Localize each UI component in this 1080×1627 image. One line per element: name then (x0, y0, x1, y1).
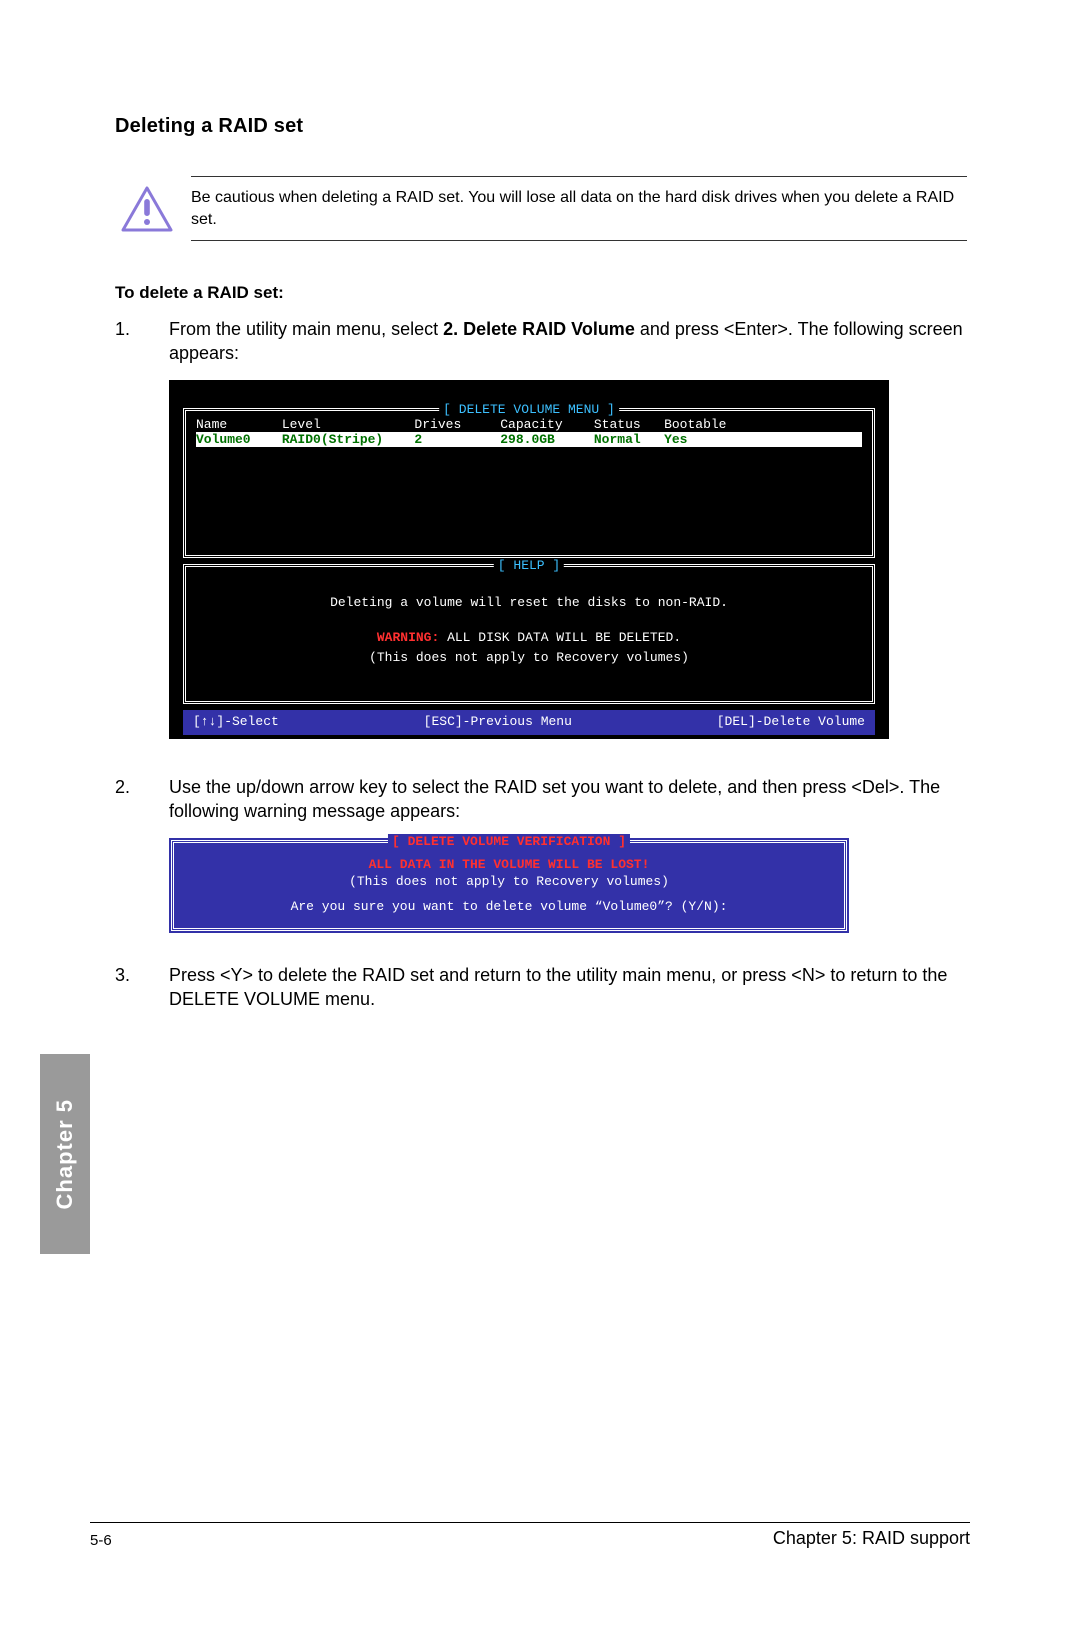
bios-footer-delete: [DEL]-Delete Volume (717, 714, 865, 729)
verify-white-text: (This does not apply to Recovery volumes… (186, 874, 832, 889)
subheading: To delete a RAID set: (115, 283, 967, 303)
verify-title: [ DELETE VOLUME VERIFICATION ] (388, 834, 630, 849)
footer-divider (90, 1522, 970, 1523)
bios-help-note: (This does not apply to Recovery volumes… (196, 648, 862, 669)
footer-chapter-title: Chapter 5: RAID support (773, 1528, 970, 1549)
step-number: 1. (115, 317, 169, 366)
verify-dialog: [ DELETE VOLUME VERIFICATION ] ALL DATA … (169, 838, 849, 933)
bios-footer-prev: [ESC]-Previous Menu (424, 714, 572, 729)
bios-volume-frame: [ DELETE VOLUME MENU ] Name Level Drives… (183, 408, 875, 558)
caution-icon (121, 186, 173, 232)
step-number: 2. (115, 775, 169, 824)
bios-help-frame: [ HELP ] Deleting a volume will reset th… (183, 564, 875, 704)
step-3: 3. Press <Y> to delete the RAID set and … (115, 963, 967, 1012)
bios-footer-bar: [↑↓]-Select [ESC]-Previous Menu [DEL]-De… (183, 710, 875, 735)
step-1: 1. From the utility main menu, select 2.… (115, 317, 967, 366)
bios-help-title: [ HELP ] (494, 558, 564, 573)
bios-column-headers: Name Level Drives Capacity Status Bootab… (196, 417, 862, 432)
verify-question: Are you sure you want to delete volume “… (186, 899, 832, 914)
bios-help-line1: Deleting a volume will reset the disks t… (196, 593, 862, 614)
bios-footer-select: [↑↓]-Select (193, 714, 279, 729)
step1-bold: 2. Delete RAID Volume (443, 319, 635, 339)
chapter-tab-label: Chapter 5 (52, 1099, 78, 1209)
step1-prefix: From the utility main menu, select (169, 319, 443, 339)
caution-block: Be cautious when deleting a RAID set. Yo… (115, 176, 967, 241)
verify-red-text: ALL DATA IN THE VOLUME WILL BE LOST! (186, 857, 832, 872)
step2-text: Use the up/down arrow key to select the … (169, 775, 967, 824)
step-2: 2. Use the up/down arrow key to select t… (115, 775, 967, 824)
step-number: 3. (115, 963, 169, 1012)
bios-warning-rest: ALL DISK DATA WILL BE DELETED. (439, 630, 681, 645)
caution-text: Be cautious when deleting a RAID set. Yo… (191, 187, 967, 230)
bios-volume-title: [ DELETE VOLUME MENU ] (439, 402, 619, 417)
bios-volume-row: Volume0 RAID0(Stripe) 2 298.0GB Normal Y… (196, 432, 862, 447)
step3-text: Press <Y> to delete the RAID set and ret… (169, 963, 967, 1012)
bios-warning-label: WARNING: (377, 630, 439, 645)
chapter-tab: Chapter 5 (40, 1054, 90, 1254)
section-title: Deleting a RAID set (115, 115, 967, 138)
bios-screenshot: [ DELETE VOLUME MENU ] Name Level Drives… (169, 380, 889, 739)
page-number: 5-6 (90, 1532, 112, 1549)
